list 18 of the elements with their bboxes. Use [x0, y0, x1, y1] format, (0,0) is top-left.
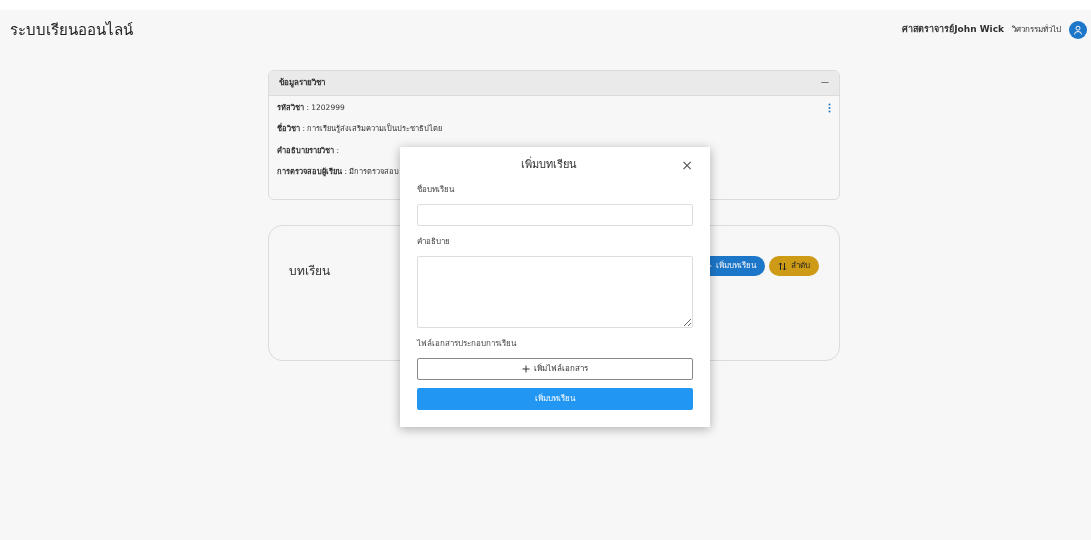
field-label: ไฟล์เอกสารประกอบการเรียน — [417, 337, 518, 350]
user-name: ศาสตราจารย์John Wick — [902, 23, 1004, 37]
collapse-button[interactable]: — — [821, 77, 829, 89]
input-field[interactable] — [417, 203, 693, 226]
close-button[interactable]: × — [681, 158, 693, 173]
sort-arrows-icon — [778, 261, 787, 271]
plus-icon — [522, 364, 530, 373]
modal-title: เพิ่มบทเรียน — [521, 157, 578, 173]
add-file-button[interactable]: เพิ่มไฟล์เอกสาร — [417, 357, 693, 380]
field-label: คำอธิบาย — [417, 235, 451, 248]
user-department: วิศวกรรมทั่วไป — [1012, 24, 1061, 36]
textarea-field[interactable] — [417, 255, 693, 328]
avatar-icon[interactable] — [1069, 21, 1087, 39]
card-title: ข้อมูลรายวิชา — [279, 77, 325, 89]
field-label: ชื่อบทเรียน — [417, 183, 456, 196]
sort-button[interactable]: ลำดับ — [769, 256, 819, 276]
section-title: บทเรียน — [289, 263, 330, 280]
app-title: ระบบเรียนออนไลน์ — [10, 19, 133, 41]
